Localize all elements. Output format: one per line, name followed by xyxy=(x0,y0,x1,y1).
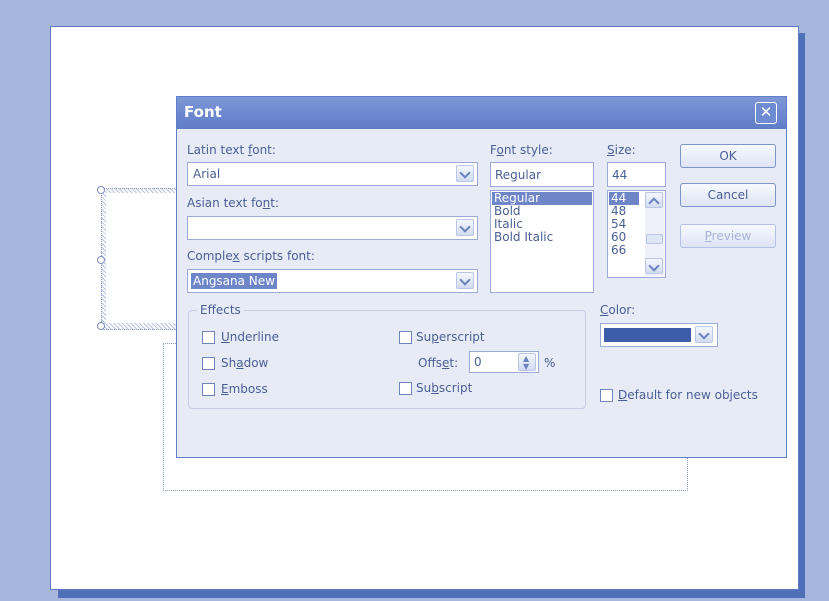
emboss-checkbox[interactable] xyxy=(202,383,215,396)
shadow-checkbox[interactable] xyxy=(202,357,215,370)
font-style-list[interactable]: Regular Bold Italic Bold Italic xyxy=(490,190,594,293)
ok-button[interactable]: OK xyxy=(680,144,776,168)
complex-scripts-font-value: Angsana New xyxy=(191,273,277,289)
size-value: 44 xyxy=(612,168,628,182)
asian-font-combo[interactable] xyxy=(187,216,478,240)
complex-scripts-font-dropdown-button[interactable] xyxy=(456,272,474,289)
latin-font-combo[interactable]: Arial xyxy=(187,162,478,186)
latin-font-dropdown-button[interactable] xyxy=(456,165,474,182)
superscript-label: Superscript xyxy=(416,330,485,344)
color-picker[interactable] xyxy=(600,323,718,347)
asian-font-label: Asian text font: xyxy=(187,196,279,210)
underline-checkbox[interactable] xyxy=(202,331,215,344)
offset-value: 0 xyxy=(474,355,482,369)
font-dialog: Font ✕ Latin text font: Arial Asian text… xyxy=(176,96,787,458)
resize-handle-middle-left[interactable] xyxy=(97,256,105,264)
size-list[interactable]: 44 48 54 60 66 xyxy=(607,190,666,278)
superscript-checkbox[interactable] xyxy=(399,331,412,344)
subscript-checkbox[interactable] xyxy=(399,382,412,395)
dialog-title-bar[interactable]: Font ✕ xyxy=(177,97,786,129)
chevron-down-icon xyxy=(698,328,710,340)
spin-down-icon[interactable]: ▼ xyxy=(523,362,529,371)
latin-font-label: Latin text font: xyxy=(187,143,276,157)
complex-scripts-font-label: Complex scripts font: xyxy=(187,249,315,263)
offset-spin-buttons[interactable]: ▲ ▼ xyxy=(518,353,536,371)
chevron-up-icon xyxy=(648,197,660,209)
chevron-down-icon xyxy=(459,274,471,286)
default-for-new-objects-checkbox[interactable] xyxy=(600,389,613,402)
size-label: Size: xyxy=(607,143,636,157)
offset-spinner[interactable]: 0 ▲ ▼ xyxy=(469,351,539,373)
chevron-down-icon xyxy=(648,260,660,272)
size-scrollbar[interactable] xyxy=(645,192,664,276)
resize-handle-top-left[interactable] xyxy=(97,186,105,194)
chevron-down-icon xyxy=(459,221,471,233)
offset-label: Offset: xyxy=(418,356,459,370)
asian-font-dropdown-button[interactable] xyxy=(456,219,474,236)
scroll-thumb[interactable] xyxy=(646,234,663,244)
font-style-input[interactable]: Regular xyxy=(490,162,594,187)
color-dropdown-button[interactable] xyxy=(695,326,713,343)
offset-unit: % xyxy=(544,356,556,370)
chevron-down-icon xyxy=(459,167,471,179)
font-style-label: Font style: xyxy=(490,143,553,157)
scroll-up-button[interactable] xyxy=(645,192,663,209)
resize-handle-bottom-left[interactable] xyxy=(97,322,105,330)
subscript-label: Subscript xyxy=(416,381,473,395)
close-icon[interactable]: ✕ xyxy=(755,102,777,124)
cancel-button[interactable]: Cancel xyxy=(680,183,776,207)
dialog-title: Font xyxy=(184,103,222,121)
size-option[interactable]: 66 xyxy=(609,244,639,257)
effects-legend: Effects xyxy=(197,303,244,317)
emboss-label: Emboss xyxy=(221,382,268,396)
latin-font-value: Arial xyxy=(193,167,221,181)
font-style-option-bold-italic[interactable]: Bold Italic xyxy=(492,231,592,244)
underline-label: Underline xyxy=(221,330,279,344)
font-style-value: Regular xyxy=(495,168,542,182)
color-label: Color: xyxy=(600,303,636,317)
scroll-down-button[interactable] xyxy=(645,258,663,274)
size-input[interactable]: 44 xyxy=(607,162,666,187)
color-swatch xyxy=(604,328,691,342)
preview-button: Preview xyxy=(680,224,776,248)
default-for-new-objects-label: Default for new objects xyxy=(618,388,758,402)
complex-scripts-font-combo[interactable]: Angsana New xyxy=(187,269,478,293)
shadow-label: Shadow xyxy=(221,356,269,370)
